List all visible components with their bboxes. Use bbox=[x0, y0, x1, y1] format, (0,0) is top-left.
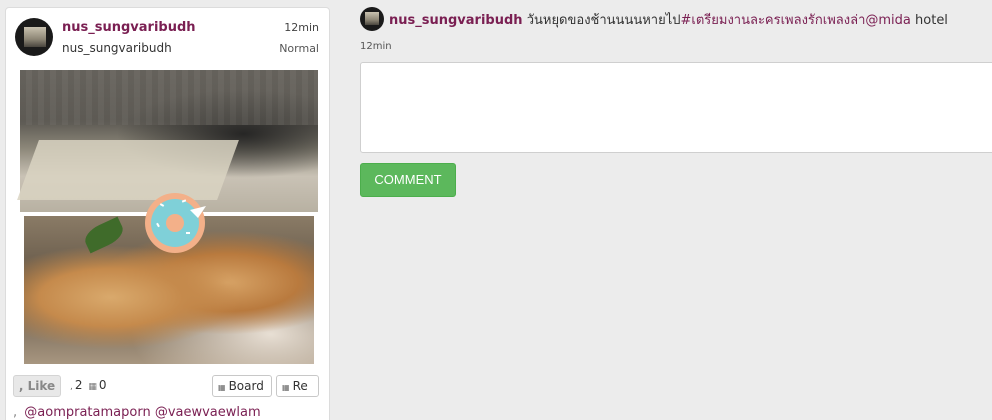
repins-count: 0 bbox=[98, 378, 107, 392]
repin-button[interactable]: ▦ Re bbox=[276, 375, 319, 397]
like-label: Like bbox=[27, 379, 56, 393]
detail-trailing: hotel bbox=[910, 13, 948, 28]
detail-description: nus_sungvaribudh วันหยุดของช้านนนนหายไป#… bbox=[389, 9, 948, 30]
pin-handle: nus_sungvaribudh bbox=[62, 41, 172, 55]
board-icon: ▦ bbox=[218, 383, 226, 392]
hashtag-link[interactable]: #เตรียมงานละครเพลงรักเพลงล่า bbox=[681, 13, 866, 28]
pin-stats: ,2 ▦ 0 bbox=[68, 378, 107, 392]
avatar[interactable] bbox=[15, 18, 53, 56]
pin-mentions: , @aompratamaporn @vaewvaewlam bbox=[13, 405, 261, 420]
likes-count: 2 bbox=[74, 378, 83, 392]
pin-image[interactable] bbox=[17, 70, 318, 367]
repin-icon: ▦ bbox=[282, 383, 290, 392]
repins-icon: ▦ bbox=[88, 382, 97, 392]
pin-username[interactable]: nus_sungvaribudh bbox=[62, 20, 196, 35]
mentions-lead: , bbox=[13, 405, 18, 420]
mention-link[interactable]: @mida bbox=[865, 13, 911, 28]
pin-privacy: Normal bbox=[279, 42, 319, 55]
like-prefix: , bbox=[18, 379, 24, 393]
comment-input[interactable] bbox=[360, 62, 992, 153]
board-button[interactable]: ▦ Board bbox=[212, 375, 272, 397]
mention-link[interactable]: @aompratamaporn bbox=[24, 405, 150, 420]
pin-card: nus_sungvaribudh nus_sungvaribudh 12min … bbox=[5, 7, 330, 420]
like-button[interactable]: , Like bbox=[13, 375, 61, 397]
mention-link[interactable]: @vaewvaewlam bbox=[155, 405, 261, 420]
comment-button[interactable]: COMMENT bbox=[360, 163, 456, 197]
detail-time: 12min bbox=[360, 41, 392, 52]
detail-avatar[interactable] bbox=[360, 7, 384, 31]
repin-label: Re bbox=[292, 379, 308, 393]
donut-sticker-icon bbox=[145, 193, 206, 253]
detail-text: วันหยุดของช้านนนนหายไป bbox=[526, 13, 681, 28]
board-label: Board bbox=[228, 379, 264, 393]
likes-icon: , bbox=[70, 382, 73, 392]
pin-time: 12min bbox=[284, 21, 319, 34]
detail-username[interactable]: nus_sungvaribudh bbox=[389, 13, 523, 28]
